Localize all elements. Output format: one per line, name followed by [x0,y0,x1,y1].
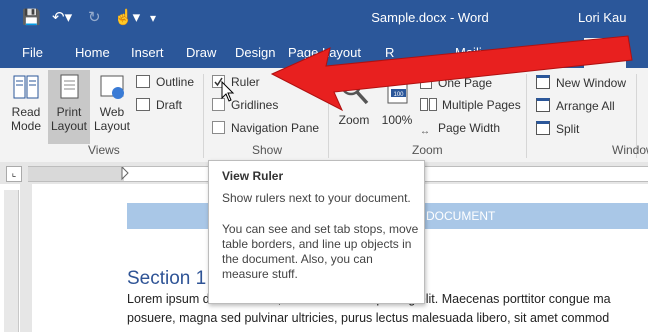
new-window-button[interactable]: New Window [536,75,626,90]
page-width-button[interactable]: ↔ Page Width [420,121,500,137]
arrange-all-icon [536,98,550,112]
window-title: Sample.docx - Word [371,10,489,25]
tooltip-summary: Show rulers next to your document. [222,191,411,205]
page-width-label: Page Width [438,121,501,135]
ruler-check-icon[interactable] [212,75,225,88]
split-label: Split [556,122,580,136]
ruler-checkbox[interactable]: Ruler [212,75,260,89]
gridlines-label: Gridlines [231,98,279,112]
tooltip-body-line: the document. Also, you can [222,252,373,266]
print-layout-icon [60,74,79,99]
undo-icon[interactable]: ↶▾ [52,10,72,26]
tab-file[interactable]: File [22,38,43,68]
split-button[interactable]: Split [536,121,579,136]
section-heading[interactable]: Section 1 [127,268,206,290]
tab-design[interactable]: Design [235,38,275,68]
zoom-button[interactable]: Zoom [335,72,373,127]
save-icon[interactable]: 💾 [22,10,41,26]
tab-mailings[interactable]: Mailings [455,38,503,68]
print-layout-label-1: Print [56,105,82,119]
tab-draw[interactable]: Draw [186,38,216,68]
one-page-label: One Page [438,76,493,90]
zoom-100-label: 100% [381,113,413,127]
customize-qat-icon[interactable]: ▾ [150,10,156,26]
tooltip-title: View Ruler [222,169,284,183]
read-mode-label-2: Mode [10,119,42,133]
web-layout-icon [100,75,124,99]
print-layout-label-2: Layout [50,119,88,133]
redo-icon[interactable]: ↻ [88,10,101,26]
views-group-label: Views [88,143,120,157]
outline-button[interactable]: Outline [136,75,194,89]
separator [328,74,329,158]
ribbon: Read Mode Print Layout Web Layout Outlin… [0,68,648,163]
tab-selector-icon[interactable]: ⌞ [6,166,22,182]
zoom-100-icon: 100 [387,74,408,104]
document-heading: DOCUMENT [426,209,496,223]
read-mode-button[interactable]: Read Mode [6,72,46,133]
gridlines-box[interactable] [212,98,225,111]
tooltip-body-line: measure stuff. [222,267,298,281]
navigation-pane-checkbox[interactable]: Navigation Pane [212,121,319,135]
draft-label: Draft [156,98,183,112]
tab-review[interactable]: Review [534,38,577,68]
one-page-icon [420,75,432,89]
tab-references[interactable]: R [385,38,394,68]
show-group-label: Show [252,143,283,157]
ruler-tooltip: View Ruler Show rulers next to your docu… [208,160,425,304]
title-bar: 💾 ↶▾ ↻ ☝▾ ▾ Sample.docx - Word Lori Kau [0,0,648,38]
tooltip-body-line: You can see and set tab stops, move [222,222,419,236]
separator [526,74,527,158]
tab-page-layout[interactable]: Page Layout [288,38,361,68]
tooltip-body-line: table borders, and line up objects in [222,237,412,251]
web-layout-button[interactable]: Web Layout [92,72,132,133]
tab-view[interactable]: View [584,38,626,68]
ruler-label: Ruler [231,75,260,89]
page-width-icon: ↔ [420,126,430,137]
window-group-label: Window [612,143,648,157]
draft-button[interactable]: Draft [136,98,182,112]
magnifier-icon [340,74,369,105]
new-window-icon [536,75,550,89]
multiple-pages-label: Multiple Pages [442,98,521,112]
split-icon [536,121,550,135]
body-text-line[interactable]: posuere, magna sed pulvinar ultricies, p… [127,311,609,325]
gridlines-checkbox[interactable]: Gridlines [212,98,278,112]
zoom-label: Zoom [338,113,370,127]
vertical-ruler[interactable] [4,190,19,332]
svg-text:100: 100 [393,92,404,98]
new-window-label: New Window [556,76,627,90]
multiple-pages-icon-2 [429,98,437,111]
navigation-pane-box[interactable] [212,121,225,134]
arrange-all-label: Arrange All [556,99,615,113]
outline-label: Outline [156,75,195,89]
read-mode-icon [13,75,39,99]
print-layout-button[interactable]: Print Layout [48,70,90,144]
tab-home[interactable]: Home [75,38,110,68]
multiple-pages-button[interactable]: Multiple Pages [420,98,521,112]
touch-mode-icon[interactable]: ☝▾ [114,10,140,26]
outline-icon [136,75,150,88]
one-page-button[interactable]: One Page [420,75,492,90]
ribbon-tab-bar: File Home Insert Draw Design Page Layout… [0,38,648,68]
read-mode-label-1: Read [11,105,41,119]
draft-icon [136,98,150,111]
multiple-pages-icon [420,98,428,111]
tab-insert[interactable]: Insert [131,38,164,68]
arrange-all-button[interactable]: Arrange All [536,98,615,113]
web-layout-label-1: Web [99,105,125,119]
navigation-pane-label: Navigation Pane [231,121,320,135]
user-name[interactable]: Lori Kau [578,10,626,25]
zoom-100-button[interactable]: 100 100% [380,72,414,127]
web-layout-label-2: Layout [93,119,131,133]
separator [203,74,204,158]
zoom-group-label: Zoom [412,143,443,157]
